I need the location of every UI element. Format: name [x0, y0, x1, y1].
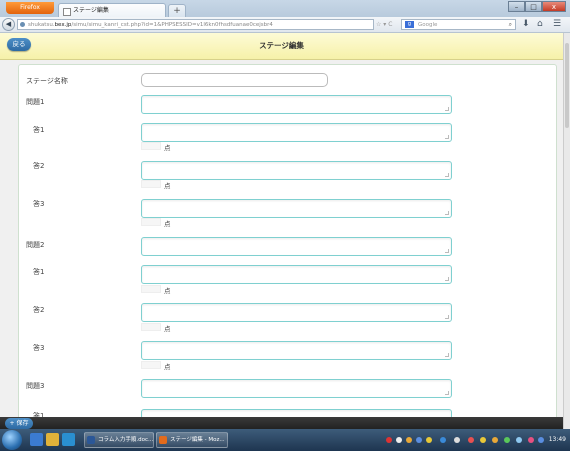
save-label: 保存 — [16, 420, 29, 427]
globe-icon — [20, 22, 25, 27]
google-icon: g — [405, 21, 414, 28]
search-input[interactable]: g Google ⌕ — [401, 19, 516, 30]
window-controls: – □ x — [508, 1, 566, 12]
points-label: 点 — [164, 287, 171, 295]
q1-answer-3-points-input[interactable] — [141, 218, 161, 226]
new-tab-button[interactable]: + — [168, 4, 186, 18]
keyboard-icon[interactable] — [454, 437, 460, 443]
q2-answer-3-points-input[interactable] — [141, 361, 161, 369]
points-label: 点 — [164, 144, 171, 152]
answer-label: 答3 — [33, 344, 45, 352]
firefox-icon — [159, 436, 167, 444]
back-button[interactable]: 戻る — [7, 38, 31, 51]
search-placeholder: Google — [418, 22, 438, 28]
system-tray: 13:49 — [384, 432, 570, 448]
volume-icon[interactable] — [516, 437, 522, 443]
page-viewport: ステージ編集 戻る ステージ名称 問題1 答1 点 答2 点 答3 点 問題2 … — [0, 33, 563, 429]
question-2-textarea[interactable] — [141, 237, 452, 256]
q1-answer-2-textarea[interactable] — [141, 161, 452, 180]
q2-answer-2-textarea[interactable] — [141, 303, 452, 322]
tray-app-icon[interactable] — [528, 437, 534, 443]
question-label: 問題2 — [26, 241, 45, 249]
task-label: コラム入力手順.doc... — [98, 437, 154, 443]
stage-name-label: ステージ名称 — [26, 77, 68, 85]
q1-answer-1-textarea[interactable] — [141, 123, 452, 142]
windows-taskbar: コラム入力手順.doc... ステージ編集 - Moz... 13:49 — [0, 429, 570, 451]
media-icon[interactable] — [62, 433, 75, 446]
answer-label: 答1 — [33, 126, 45, 134]
navigation-bar: ◀ shukatsu.bex.jp/simu/simu_kanri_cst.ph… — [0, 17, 570, 33]
flag-icon[interactable] — [538, 437, 544, 443]
url-path: /simu/simu_kanri_cst.php?id=1&PHPSESSID=… — [71, 22, 273, 28]
back-arrow-icon[interactable]: ◀ — [2, 18, 15, 31]
question-3-textarea[interactable] — [141, 379, 452, 398]
q2-answer-2-points-input[interactable] — [141, 323, 161, 331]
url-prefix: shukatsu. — [28, 22, 55, 28]
scrollbar-thumb[interactable] — [565, 43, 569, 128]
question-1-textarea[interactable] — [141, 95, 452, 114]
bookmark-star-icon[interactable]: ☆ ▾ C — [376, 19, 392, 30]
word-icon — [87, 436, 95, 444]
taskbar-item-firefox[interactable]: ステージ編集 - Moz... — [156, 432, 228, 448]
points-label: 点 — [164, 182, 171, 190]
tray-app-icon[interactable] — [504, 437, 510, 443]
vertical-scrollbar[interactable] — [563, 33, 570, 429]
tab-title: ステージ編集 — [73, 7, 109, 14]
ie-icon[interactable] — [30, 433, 43, 446]
tray-app-icon[interactable] — [480, 437, 486, 443]
question-label: 問題1 — [26, 98, 45, 106]
stage-name-input[interactable] — [141, 73, 328, 87]
q1-answer-3-textarea[interactable] — [141, 199, 452, 218]
start-button[interactable] — [2, 430, 22, 450]
page-title: ステージ編集 — [259, 41, 304, 50]
answer-label: 答2 — [33, 162, 45, 170]
task-label: ステージ編集 - Moz... — [170, 437, 225, 443]
firefox-menu-button[interactable]: Firefox — [6, 2, 54, 14]
minimize-button[interactable]: – — [508, 1, 525, 12]
points-label: 点 — [164, 220, 171, 228]
search-icon[interactable]: ⌕ — [509, 20, 512, 30]
answer-label: 答1 — [33, 268, 45, 276]
q1-answer-1-points-input[interactable] — [141, 142, 161, 150]
folder-icon[interactable] — [46, 433, 59, 446]
page-icon — [63, 8, 71, 16]
url-domain: bex.jp — [54, 22, 72, 28]
taskbar-item-word[interactable]: コラム入力手順.doc... — [84, 432, 154, 448]
clock: 13:49 — [548, 436, 566, 443]
info-icon[interactable] — [396, 437, 402, 443]
ime-icon[interactable] — [440, 437, 446, 443]
points-label: 点 — [164, 325, 171, 333]
page-header: ステージ編集 戻る — [0, 33, 563, 60]
home-icon[interactable]: ⌂ — [537, 18, 543, 31]
tab-stage-edit[interactable]: ステージ編集 — [58, 3, 166, 17]
answer-label: 答2 — [33, 306, 45, 314]
stage-form: ステージ名称 問題1 答1 点 答2 点 答3 点 問題2 答1 点 答2 点 … — [18, 64, 557, 429]
menu-icon[interactable]: ☰ — [553, 18, 561, 31]
question-label: 問題3 — [26, 382, 45, 390]
download-icon[interactable]: ⬇ — [522, 18, 530, 31]
network-icon[interactable] — [416, 437, 422, 443]
browser-title-bar: Firefox ステージ編集 + – □ x — [0, 0, 570, 18]
answer-label: 答3 — [33, 200, 45, 208]
url-bar[interactable]: shukatsu.bex.jp/simu/simu_kanri_cst.php?… — [17, 19, 374, 30]
close-button[interactable]: x — [542, 1, 566, 12]
antivirus-icon[interactable] — [386, 437, 392, 443]
q1-answer-2-points-input[interactable] — [141, 180, 161, 188]
q2-answer-3-textarea[interactable] — [141, 341, 452, 360]
maximize-button[interactable]: □ — [525, 1, 542, 12]
save-button[interactable]: + 保存 — [5, 418, 33, 429]
q2-answer-1-points-input[interactable] — [141, 285, 161, 293]
tray-app-icon[interactable] — [468, 437, 474, 443]
tray-app-icon[interactable] — [492, 437, 498, 443]
tray-app-icon[interactable] — [426, 437, 432, 443]
q2-answer-1-textarea[interactable] — [141, 265, 452, 284]
tray-app-icon[interactable] — [406, 437, 412, 443]
points-label: 点 — [164, 363, 171, 371]
